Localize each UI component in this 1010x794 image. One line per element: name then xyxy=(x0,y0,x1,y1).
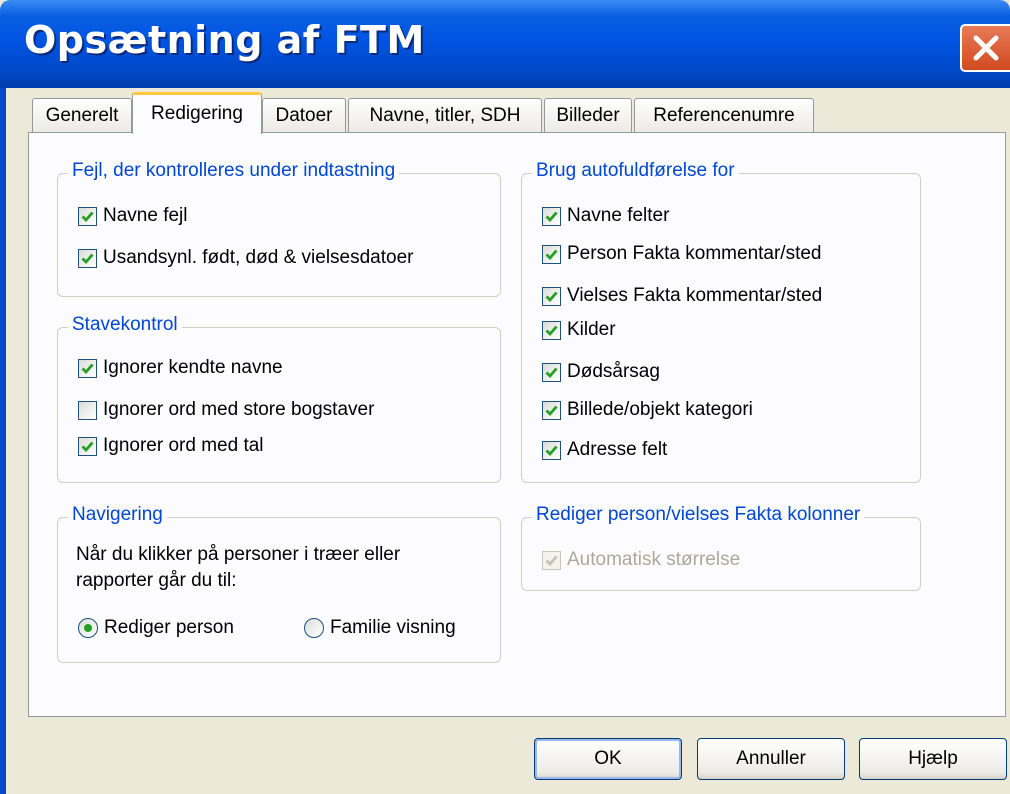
radio-label: Familie visning xyxy=(330,617,456,638)
radio-button[interactable] xyxy=(304,618,324,638)
checkbox-kilder[interactable]: Kilder xyxy=(542,318,616,342)
checkbox[interactable] xyxy=(542,440,561,460)
errors-group: Fejl, der kontrolleres under indtastning… xyxy=(57,160,501,297)
radio-familie-visning[interactable]: Familie visning xyxy=(304,616,456,640)
tab-referencenumre[interactable]: Referencenumre xyxy=(634,98,814,132)
checkbox-label: Navne fejl xyxy=(103,205,188,226)
checkbox xyxy=(542,550,561,570)
window-frame-left xyxy=(0,88,6,794)
checkbox-automatisk-stoerrelse: Automatisk størrelse xyxy=(542,548,740,572)
tab-billeder[interactable]: Billeder xyxy=(544,98,632,132)
autocomplete-group-title: Brug autofuldførelse for xyxy=(532,160,739,182)
checkbox-label: Navne felter xyxy=(567,205,670,226)
checkbox[interactable] xyxy=(542,320,561,340)
checkbox-label: Ignorer ord med store bogstaver xyxy=(103,399,375,420)
checkbox-label: Vielses Fakta kommentar/sted xyxy=(567,285,823,306)
spellcheck-group-title: Stavekontrol xyxy=(68,314,182,336)
title-bar[interactable]: Opsætning af FTM xyxy=(0,0,1010,88)
checkbox[interactable] xyxy=(78,248,97,268)
spellcheck-group: Stavekontrol Ignorer kendte navne Ignore… xyxy=(57,314,501,483)
radio-dot xyxy=(84,624,92,632)
window-title: Opsætning af FTM xyxy=(24,18,425,62)
tab-redigering[interactable]: Redigering xyxy=(132,92,262,134)
checkbox[interactable] xyxy=(542,362,561,382)
errors-group-title: Fejl, der kontrolleres under indtastning xyxy=(68,160,400,182)
checkbox-ignorer-store-bogstaver[interactable]: Ignorer ord med store bogstaver xyxy=(78,398,374,422)
checkbox-adresse-felt[interactable]: Adresse felt xyxy=(542,438,667,462)
checkbox-vielses-fakta[interactable]: Vielses Fakta kommentar/sted xyxy=(542,284,822,308)
checkbox-label: Automatisk størrelse xyxy=(567,549,741,570)
checkbox[interactable] xyxy=(78,400,97,420)
checkbox[interactable] xyxy=(78,206,97,226)
checkbox[interactable] xyxy=(78,436,97,456)
checkbox-label: Adresse felt xyxy=(567,439,668,460)
autocomplete-group: Brug autofuldførelse for Navne felter Pe… xyxy=(521,160,921,483)
radio-rediger-person[interactable]: Rediger person xyxy=(78,616,234,640)
navigation-group-title: Navigering xyxy=(68,504,167,526)
checkbox-billede-objekt[interactable]: Billede/objekt kategori xyxy=(542,398,753,422)
tab-generelt[interactable]: Generelt xyxy=(32,98,132,132)
navigation-description-line2: rapporter går du til: xyxy=(76,570,237,591)
radio-button[interactable] xyxy=(78,618,98,638)
tab-navne-titler-sdh[interactable]: Navne, titler, SDH xyxy=(348,98,542,132)
checkbox-label: Usandsynl. født, død & vielsesdatoer xyxy=(103,247,414,268)
ok-button[interactable]: OK xyxy=(534,738,682,780)
tab-panel: Fejl, der kontrolleres under indtastning… xyxy=(28,132,1006,717)
tab-datoer[interactable]: Datoer xyxy=(262,98,346,132)
checkbox-label: Billede/objekt kategori xyxy=(567,399,753,420)
navigation-description-line1: Når du klikker på personer i træer eller xyxy=(76,544,401,565)
checkbox[interactable] xyxy=(78,358,97,378)
close-button[interactable] xyxy=(960,24,1010,72)
checkbox-navne-felter[interactable]: Navne felter xyxy=(542,204,669,228)
checkbox-label: Kilder xyxy=(567,319,616,340)
checkbox[interactable] xyxy=(542,244,561,264)
checkbox-label: Ignorer kendte navne xyxy=(103,357,283,378)
cancel-button[interactable]: Annuller xyxy=(697,738,845,780)
checkbox-doedsaarsag[interactable]: Dødsårsag xyxy=(542,360,660,384)
checkbox-person-fakta[interactable]: Person Fakta kommentar/sted xyxy=(542,242,822,266)
checkbox-ignorer-kendte-navne[interactable]: Ignorer kendte navne xyxy=(78,356,283,380)
checkbox[interactable] xyxy=(542,206,561,226)
columns-group-title: Rediger person/vielses Fakta kolonner xyxy=(532,504,865,526)
checkbox-label: Ignorer ord med tal xyxy=(103,435,264,456)
checkbox-usandsynl-datoer[interactable]: Usandsynl. født, død & vielsesdatoer xyxy=(78,246,413,270)
checkbox-label: Person Fakta kommentar/sted xyxy=(567,243,822,264)
columns-group: Rediger person/vielses Fakta kolonner Au… xyxy=(521,504,921,591)
checkbox-navne-fejl[interactable]: Navne fejl xyxy=(78,204,188,228)
checkbox[interactable] xyxy=(542,400,561,420)
checkbox-label: Dødsårsag xyxy=(567,361,660,382)
navigation-group: Navigering Når du klikker på personer i … xyxy=(57,504,501,663)
help-button[interactable]: Hjælp xyxy=(859,738,1007,780)
checkbox-ignorer-ord-med-tal[interactable]: Ignorer ord med tal xyxy=(78,434,264,458)
checkbox[interactable] xyxy=(542,286,561,306)
radio-label: Rediger person xyxy=(104,617,234,638)
